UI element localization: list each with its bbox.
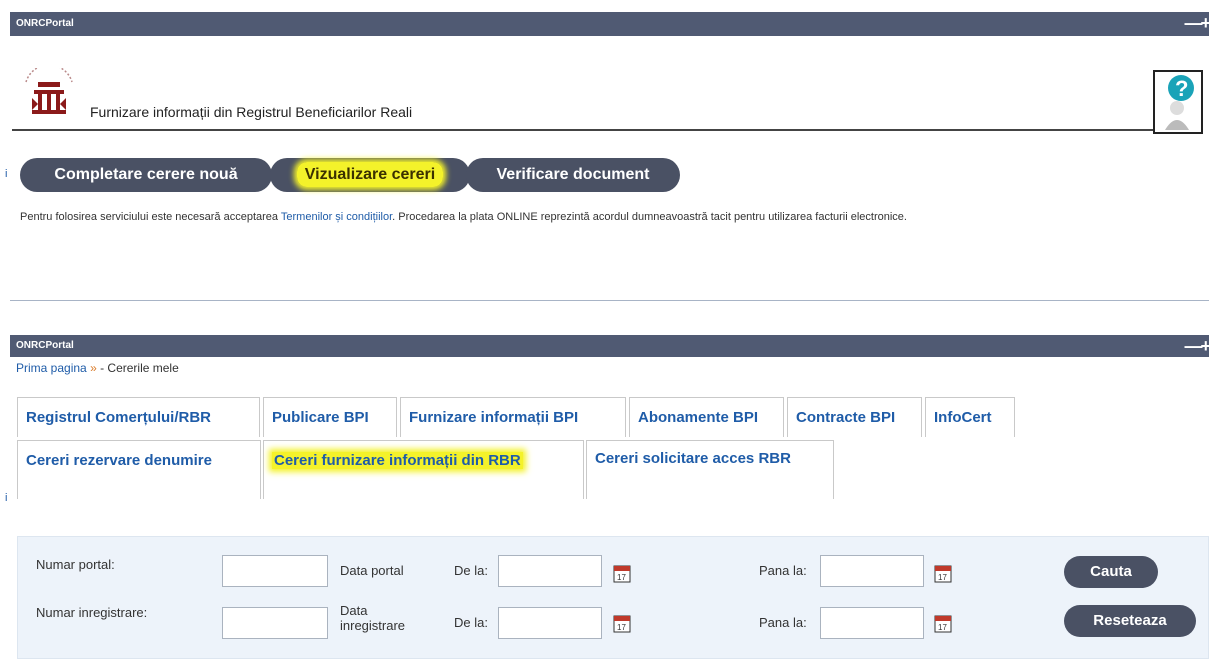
tab-cereri-furnizare-label: Cereri furnizare informații din RBR xyxy=(272,452,523,469)
data-portal-to-input[interactable] xyxy=(820,555,924,587)
tab-publicare-bpi[interactable]: Publicare BPI xyxy=(263,397,397,437)
tab-abonamente-bpi[interactable]: Abonamente BPI xyxy=(629,397,784,437)
new-request-button[interactable]: Completare cerere nouă xyxy=(20,158,272,192)
tab-cereri-solicitare-acces-rbr[interactable]: Cereri solicitare acces RBR xyxy=(586,440,834,499)
data-portal-from-label: De la: xyxy=(454,563,488,578)
tab-registrul-comertului[interactable]: Registrul Comerțului/RBR xyxy=(17,397,260,437)
data-inregistrare-from-label: De la: xyxy=(454,615,488,630)
numar-portal-input[interactable] xyxy=(222,555,328,587)
svg-text:17: 17 xyxy=(617,573,626,582)
terms-notice: Pentru folosirea serviciului este necesa… xyxy=(20,211,907,223)
breadcrumb-home-link[interactable]: Prima pagina xyxy=(16,361,87,375)
tab-furnizare-informatii-bpi[interactable]: Furnizare informații BPI xyxy=(400,397,626,437)
breadcrumb-current: - Cererile mele xyxy=(96,361,179,375)
calendar-icon[interactable]: 17 xyxy=(613,615,631,633)
svg-text:17: 17 xyxy=(617,623,626,632)
help-icon: ? xyxy=(1165,75,1194,130)
data-inregistrare-label: Data inregistrare xyxy=(340,603,406,633)
data-portal-from-input[interactable] xyxy=(498,555,602,587)
numar-inregistrare-label: Numar inregistrare: xyxy=(36,605,148,620)
breadcrumb-separator: » xyxy=(90,361,97,375)
tab-cereri-furnizare-informatii-rbr[interactable]: Cereri furnizare informații din RBR xyxy=(263,440,584,499)
svg-text:17: 17 xyxy=(938,623,947,632)
search-button[interactable]: Cauta xyxy=(1064,556,1158,588)
tab-contracte-bpi[interactable]: Contracte BPI xyxy=(787,397,922,437)
data-portal-label: Data portal xyxy=(340,563,404,578)
search-filters: Numar portal: Data portal De la: 17 Pana… xyxy=(17,536,1209,659)
data-inregistrare-from-input[interactable] xyxy=(498,607,602,639)
terms-link[interactable]: Termenilor și condițiilor xyxy=(281,211,392,223)
help-button[interactable]: ? xyxy=(1153,70,1203,134)
breadcrumb: Prima pagina » - Cererile mele xyxy=(16,361,179,375)
data-inregistrare-to-input[interactable] xyxy=(820,607,924,639)
app-title: Furnizare informații din Registrul Benef… xyxy=(90,104,413,120)
portal-titlebar: ONRCPortal —+ xyxy=(10,12,1209,36)
svg-text:17: 17 xyxy=(938,573,947,582)
side-marker-2: i xyxy=(5,492,8,504)
view-requests-button[interactable]: Vizualizare cereri xyxy=(270,158,470,192)
notice-text-after: . Procedarea la plata ONLINE reprezintă … xyxy=(392,211,907,223)
portal-title-2: ONRCPortal xyxy=(16,340,74,351)
header-divider xyxy=(12,129,1153,131)
window-controls[interactable]: —+ xyxy=(1184,13,1209,34)
notice-text-before: Pentru folosirea serviciului este necesa… xyxy=(20,211,281,223)
portal-title: ONRCPortal xyxy=(16,18,74,29)
section-divider xyxy=(10,300,1209,301)
view-requests-label: Vizualizare cereri xyxy=(296,162,444,187)
verify-document-button[interactable]: Verificare document xyxy=(466,158,680,192)
tab-cereri-rezervare-denumire[interactable]: Cereri rezervare denumire xyxy=(17,440,261,499)
calendar-icon[interactable]: 17 xyxy=(613,565,631,583)
calendar-icon[interactable]: 17 xyxy=(934,565,952,583)
calendar-icon[interactable]: 17 xyxy=(934,615,952,633)
window-controls-2[interactable]: —+ xyxy=(1184,336,1209,357)
onrc-logo-icon xyxy=(25,68,73,114)
data-inregistrare-to-label: Pana la: xyxy=(759,615,807,630)
numar-portal-label: Numar portal: xyxy=(36,557,115,572)
side-marker: i xyxy=(5,168,8,180)
numar-inregistrare-input[interactable] xyxy=(222,607,328,639)
svg-text:?: ? xyxy=(1175,76,1188,101)
data-portal-to-label: Pana la: xyxy=(759,563,807,578)
reset-button[interactable]: Reseteaza xyxy=(1064,605,1196,637)
portal-titlebar-2: ONRCPortal —+ xyxy=(10,335,1209,357)
tab-infocert[interactable]: InfoCert xyxy=(925,397,1015,437)
